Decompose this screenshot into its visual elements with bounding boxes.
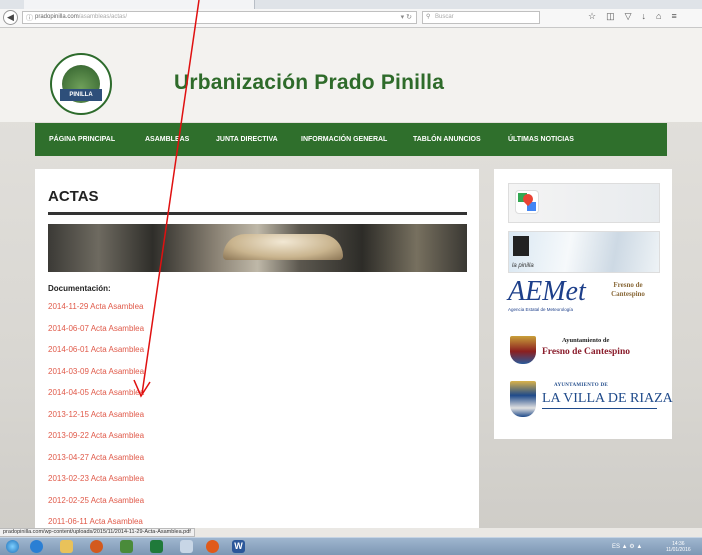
word-icon[interactable]: W [232, 540, 245, 553]
download-icon[interactable]: ↓ [642, 11, 647, 22]
la-pinilla-widget[interactable]: la pinilla [508, 231, 660, 273]
document-link[interactable]: 2014-06-01 Acta Asamblea [48, 343, 144, 365]
google-maps-widget[interactable] [508, 183, 660, 223]
web-page: PINILLA Urbanización Prado Pinilla PÁGIN… [0, 28, 702, 528]
page-title: ACTAS [48, 188, 99, 205]
riaza-underline [542, 408, 657, 409]
star-icon[interactable]: ☆ [588, 11, 596, 22]
document-link[interactable]: 2013-04-27 Acta Asamblea [48, 451, 144, 473]
la-pinilla-caption: la pinilla [512, 263, 534, 269]
link-preview: pradopinilla.com/wp-content/uploads/2015… [0, 528, 195, 537]
logo-text: PINILLA [60, 89, 102, 101]
ayuntamiento-label: Ayuntamiento de [562, 337, 610, 344]
document-link[interactable]: 2014-03-09 Acta Asamblea [48, 365, 144, 387]
nav-item-home[interactable]: PÁGINA PRINCIPAL [49, 123, 115, 156]
home-icon[interactable]: ⌂ [656, 11, 661, 22]
reload-icon[interactable]: ▾ ↻ [401, 12, 412, 23]
back-button[interactable]: ◀ [3, 10, 18, 25]
document-link[interactable]: 2014-06-07 Acta Asamblea [48, 322, 144, 344]
taskbar: W ES ▲ ⚙ ▲ 14:36 11/01/2016 [0, 537, 702, 555]
fresno-name: Fresno de Cantespino [542, 347, 630, 357]
excel-icon[interactable] [150, 540, 163, 553]
browser-toolbar: ◀ ⓘ pradopinilla.com/asambleas/actas/ ▾ … [0, 9, 702, 28]
back-arrow-icon: ◀ [7, 12, 14, 22]
search-icon: ⚲ [426, 14, 431, 20]
outlook-icon[interactable] [90, 540, 103, 553]
nav-item-asambleas[interactable]: ASAMBLEAS [145, 123, 189, 156]
aemet-logo: AEMet [508, 276, 586, 307]
firefox-icon[interactable] [206, 540, 219, 553]
document-link[interactable]: 2014-11-29 Acta Asamblea [48, 300, 144, 322]
system-tray[interactable]: ES ▲ ⚙ ▲ [612, 543, 642, 550]
search-placeholder: Buscar [435, 14, 454, 20]
document-link[interactable]: 2012-02-25 Acta Asamblea [48, 494, 144, 516]
folder-icon[interactable] [180, 540, 193, 553]
site-info-icon[interactable]: ⓘ [26, 13, 33, 24]
start-button-icon[interactable] [6, 540, 19, 553]
ayuntamiento-riaza-widget[interactable]: AYUNTAMIENTO DE LA VILLA DE RIAZA [508, 381, 673, 421]
ayuntamiento-fresno-widget[interactable]: Ayuntamiento de Fresno de Cantespino [508, 334, 658, 366]
maps-pin-icon [515, 190, 539, 214]
language-indicator[interactable]: ES [612, 544, 620, 550]
browser-tab[interactable] [24, 0, 255, 9]
main-content: ACTAS Documentación: 2014-11-29 Acta Asa… [35, 169, 479, 528]
site-logo[interactable]: PINILLA [50, 53, 112, 115]
menu-icon[interactable]: ≡ [671, 11, 676, 22]
clock-date: 11/01/2016 [666, 547, 691, 553]
mushroom-image [223, 234, 343, 260]
skier-icon [513, 236, 529, 256]
title-divider [48, 212, 467, 215]
document-link[interactable]: 2013-12-15 Acta Asamblea [48, 408, 144, 430]
riaza-name: LA VILLA DE RIAZA [542, 391, 673, 406]
fresno-weather-label: Fresno de Cantespino [611, 281, 645, 298]
fresno-crest-icon [510, 336, 536, 364]
site-header: PINILLA Urbanización Prado Pinilla [0, 28, 702, 122]
app-icon[interactable] [120, 540, 133, 553]
internet-explorer-icon[interactable] [30, 540, 43, 553]
sidebar: la pinilla AEMet Agencia Estatal de Mete… [494, 169, 673, 439]
pocket-icon[interactable]: ▽ [625, 11, 632, 22]
riaza-ayuntamiento-label: AYUNTAMIENTO DE [554, 383, 608, 388]
nav-item-noticias[interactable]: ÚLTIMAS NOTICIAS [508, 123, 574, 156]
clock[interactable]: 14:36 11/01/2016 [666, 541, 691, 553]
document-link[interactable]: 2013-02-23 Acta Asamblea [48, 472, 144, 494]
address-bar[interactable]: ⓘ pradopinilla.com/asambleas/actas/ ▾ ↻ [22, 11, 417, 24]
document-link[interactable]: 2013-09-22 Acta Asamblea [48, 429, 144, 451]
url-text: pradopinilla.com/asambleas/actas/ [35, 14, 128, 20]
banner-image [48, 224, 467, 272]
aemet-subtitle: Agencia Estatal de Meteorología [508, 307, 574, 312]
nav-item-tablon[interactable]: TABLÓN ANUNCIOS [413, 123, 481, 156]
main-nav: PÁGINA PRINCIPAL ASAMBLEAS JUNTA DIRECTI… [35, 123, 667, 156]
search-input[interactable]: ⚲ Buscar [422, 11, 540, 24]
nav-item-informacion[interactable]: INFORMACIÓN GENERAL [301, 123, 387, 156]
nav-item-junta[interactable]: JUNTA DIRECTIVA [216, 123, 278, 156]
riaza-crest-icon [510, 381, 536, 417]
site-title[interactable]: Urbanización Prado Pinilla [174, 71, 444, 95]
file-explorer-icon[interactable] [60, 540, 73, 553]
document-link[interactable]: 2011-06-11 Acta Asamblea [48, 515, 144, 528]
documents-label: Documentación: [48, 284, 111, 293]
tab-strip [0, 0, 702, 9]
reader-icon[interactable]: ◫ [606, 11, 615, 22]
status-bar: pradopinilla.com/wp-content/uploads/2015… [0, 528, 702, 537]
aemet-widget[interactable]: AEMet Agencia Estatal de Meteorología Fr… [508, 277, 658, 319]
document-link[interactable]: 2014-04-05 Acta Asamblea [48, 386, 144, 408]
toolbar-icons: ☆ ◫ ▽ ↓ ⌂ ≡ [588, 11, 677, 22]
documents-list: 2014-11-29 Acta Asamblea 2014-06-07 Acta… [48, 300, 144, 528]
